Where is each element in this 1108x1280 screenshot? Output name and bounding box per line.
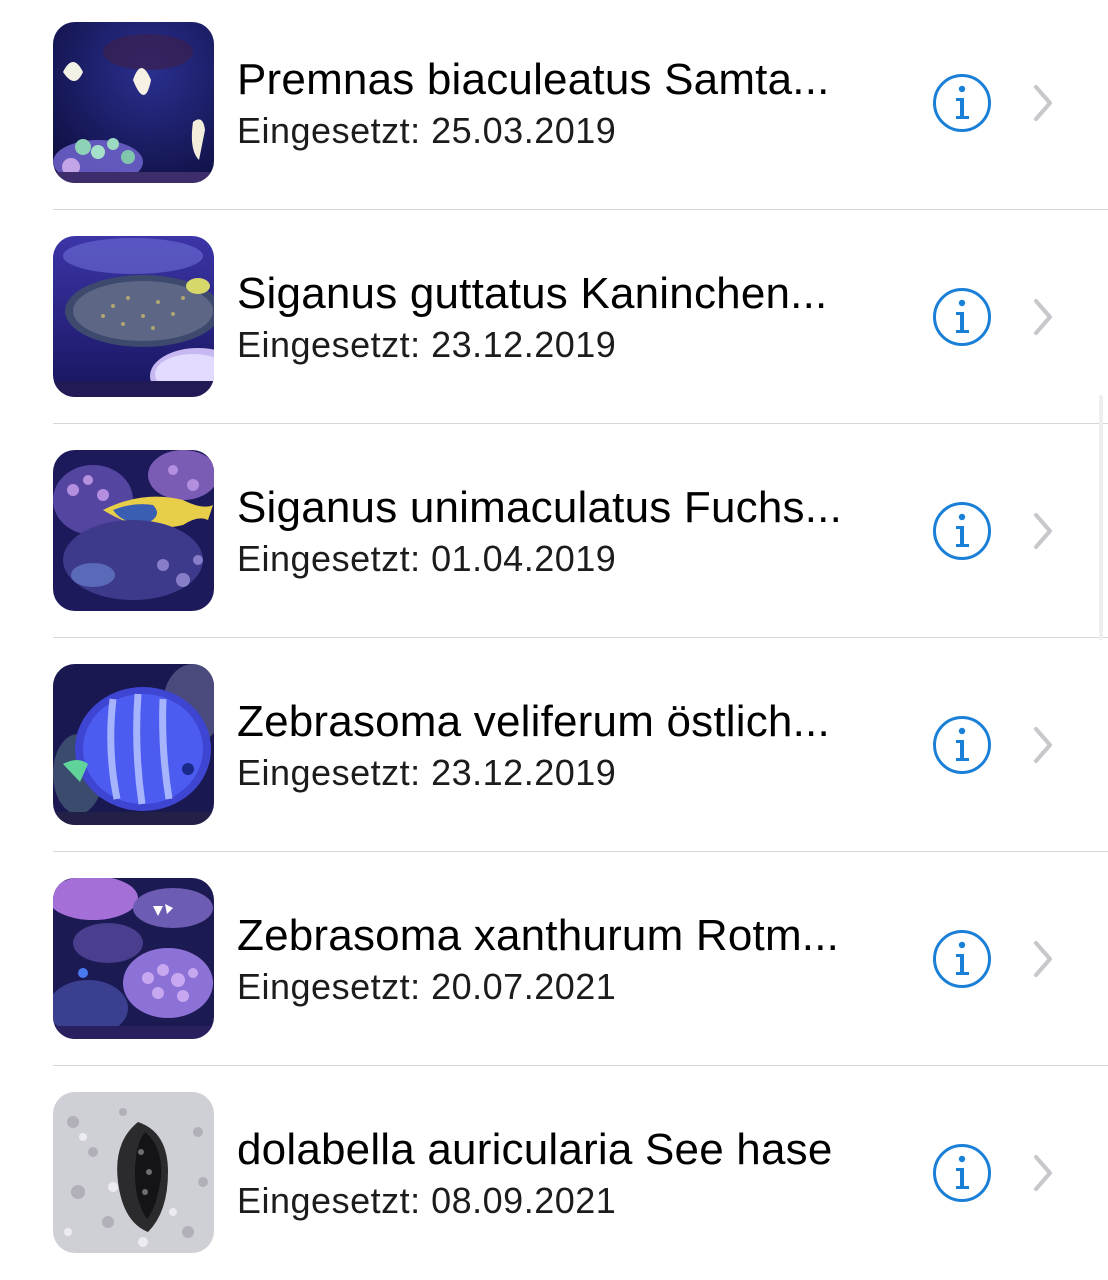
list-item[interactable]: Siganus guttatus Kaninchen... Eingesetzt… <box>0 214 1108 428</box>
item-subtitle: Eingesetzt: 23.12.2019 <box>237 324 617 365</box>
row-separator <box>53 209 1108 210</box>
fish-photo-thumbnail <box>53 236 214 397</box>
chevron-right-icon <box>1030 511 1056 551</box>
item-subtitle: Eingesetzt: 25.03.2019 <box>237 110 617 151</box>
scrollbar[interactable] <box>1099 395 1103 640</box>
row-separator <box>53 851 1108 852</box>
chevron-right-icon <box>1030 83 1056 123</box>
chevron-right-icon <box>1030 1153 1056 1193</box>
fish-photo-thumbnail <box>53 878 214 1039</box>
chevron-right-icon <box>1030 725 1056 765</box>
chevron-right-icon <box>1030 939 1056 979</box>
item-title: Zebrasoma veliferum östlich... <box>237 697 830 746</box>
item-subtitle: Eingesetzt: 20.07.2021 <box>237 966 617 1007</box>
info-icon[interactable] <box>932 73 992 133</box>
item-title: Siganus guttatus Kaninchen... <box>237 269 828 318</box>
row-separator <box>53 637 1108 638</box>
fish-photo-thumbnail <box>53 450 214 611</box>
row-separator <box>53 1065 1108 1066</box>
chevron-right-icon <box>1030 297 1056 337</box>
info-icon[interactable] <box>932 929 992 989</box>
list-item[interactable]: Siganus unimaculatus Fuchs... Eingesetzt… <box>0 428 1108 642</box>
info-icon[interactable] <box>932 1143 992 1203</box>
list-item[interactable]: Zebrasoma xanthurum Rotm... Eingesetzt: … <box>0 856 1108 1070</box>
row-separator <box>53 423 1108 424</box>
fish-photo-thumbnail <box>53 664 214 825</box>
item-subtitle: Eingesetzt: 01.04.2019 <box>237 538 617 579</box>
list-item[interactable]: dolabella auricularia See hase Eingesetz… <box>0 1070 1108 1280</box>
sea-hare-photo-thumbnail <box>53 1092 214 1253</box>
item-title: dolabella auricularia See hase <box>237 1125 833 1174</box>
list-item[interactable]: Premnas biaculeatus Samta... Eingesetzt:… <box>0 0 1108 214</box>
item-title: Premnas biaculeatus Samta... <box>237 55 830 104</box>
item-title: Zebrasoma xanthurum Rotm... <box>237 911 840 960</box>
item-title: Siganus unimaculatus Fuchs... <box>237 483 842 532</box>
fish-photo-thumbnail <box>53 22 214 183</box>
info-icon[interactable] <box>932 501 992 561</box>
info-icon[interactable] <box>932 287 992 347</box>
list-item[interactable]: Zebrasoma veliferum östlich... Eingesetz… <box>0 642 1108 856</box>
item-subtitle: Eingesetzt: 08.09.2021 <box>237 1180 617 1221</box>
info-icon[interactable] <box>932 715 992 775</box>
item-subtitle: Eingesetzt: 23.12.2019 <box>237 752 617 793</box>
fish-list: Premnas biaculeatus Samta... Eingesetzt:… <box>0 0 1108 1280</box>
